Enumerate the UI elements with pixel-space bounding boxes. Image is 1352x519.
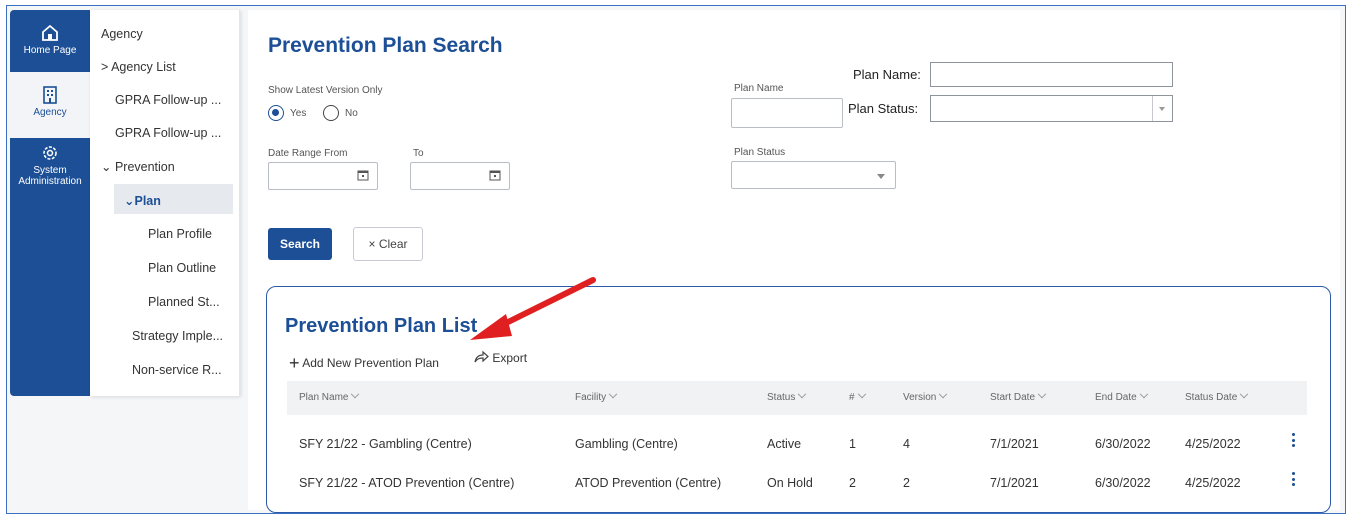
- annotation-arrow-icon: [470, 277, 596, 340]
